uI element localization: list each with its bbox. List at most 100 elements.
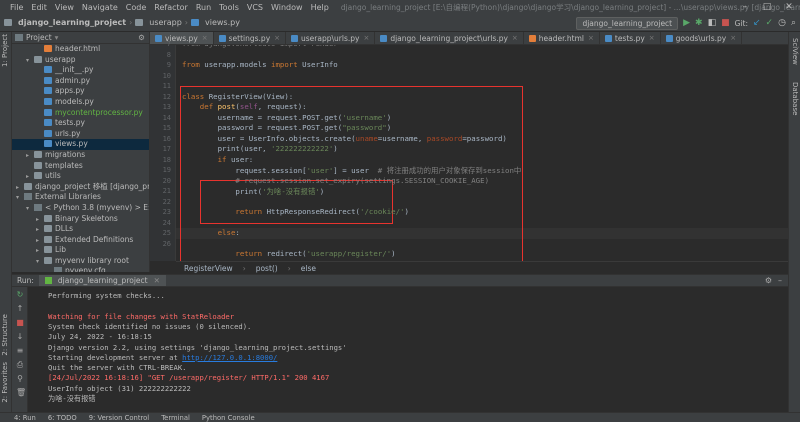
run-icon[interactable]: ▶ xyxy=(683,18,690,28)
tree-item[interactable]: header.html xyxy=(12,44,149,55)
close-tab-icon[interactable]: × xyxy=(730,34,736,42)
nav-crumb-file[interactable]: views.py xyxy=(202,18,243,27)
breadcrumb-class[interactable]: RegisterView xyxy=(184,264,233,273)
menu-help[interactable]: Help xyxy=(307,3,333,12)
maximize-icon[interactable]: □ xyxy=(756,0,778,14)
chevron-down-icon[interactable]: ▾ xyxy=(55,33,59,42)
tree-item[interactable]: urls.py xyxy=(12,129,149,140)
tree-item[interactable]: ▸ Lib xyxy=(12,245,149,256)
tool-tab-structure[interactable]: 2: Structure xyxy=(1,314,9,356)
python-file-icon xyxy=(604,34,612,42)
tree-item[interactable]: admin.py xyxy=(12,76,149,87)
close-icon[interactable]: ✕ xyxy=(778,0,800,14)
status-version-control[interactable]: 9: Version Control xyxy=(89,414,150,422)
tree-item[interactable]: ▾ External Libraries xyxy=(12,192,149,203)
menu-view[interactable]: View xyxy=(51,3,78,12)
menu-run[interactable]: Run xyxy=(192,3,215,12)
tree-item[interactable]: ▾ userapp xyxy=(12,55,149,66)
tree-item[interactable]: ▾< Python 3.8 (myvenv) > E:\js爬虫\my... xyxy=(12,203,149,214)
git-history-icon[interactable]: ◷ xyxy=(778,18,786,28)
tree-item-label: DLLs xyxy=(55,224,74,234)
stop-icon[interactable]: ■ xyxy=(721,18,730,28)
close-tab-icon[interactable]: × xyxy=(363,34,369,42)
run-config-select[interactable]: django_learning_project xyxy=(576,16,679,30)
status-todo[interactable]: 6: TODO xyxy=(48,414,77,422)
editor-tab[interactable]: userapp\urls.py × xyxy=(286,32,376,44)
project-panel-title[interactable]: Project xyxy=(26,33,52,42)
tool-tab-project[interactable]: 1: Project xyxy=(1,34,9,67)
status-run[interactable]: 4: Run xyxy=(14,414,36,422)
breadcrumb-else[interactable]: else xyxy=(301,264,316,273)
soft-wrap-icon[interactable]: ≡ xyxy=(16,347,24,355)
gear-icon[interactable]: ⚙ xyxy=(138,33,145,42)
status-terminal[interactable]: Terminal xyxy=(161,414,190,422)
status-python-console[interactable]: Python Console xyxy=(202,414,255,422)
rerun-icon[interactable]: ↻ xyxy=(16,291,24,299)
console-text: Watching for file changes with StatReloa… xyxy=(48,311,235,321)
editor-tab[interactable]: django_learning_project\urls.py × xyxy=(375,32,524,44)
debug-icon[interactable]: ✱ xyxy=(695,18,703,28)
menu-edit[interactable]: Edit xyxy=(27,3,51,12)
tree-item[interactable]: ▸ migrations xyxy=(12,150,149,161)
menu-refactor[interactable]: Refactor xyxy=(150,3,192,12)
close-tab-icon[interactable]: × xyxy=(202,34,208,42)
tree-item[interactable]: ▸ Binary Skeletons xyxy=(12,214,149,225)
menu-code[interactable]: Code xyxy=(122,3,150,12)
editor-tab[interactable]: header.html × xyxy=(524,32,600,44)
tree-item-label: header.html xyxy=(55,44,101,53)
minimize-icon[interactable]: – xyxy=(734,0,756,14)
code-token: password xyxy=(426,133,463,143)
editor-tab[interactable]: tests.py × xyxy=(600,32,661,44)
menu-tools[interactable]: Tools xyxy=(215,3,243,12)
menu-window[interactable]: Window xyxy=(267,3,307,12)
tool-tab-sciview[interactable]: SciView xyxy=(791,38,799,65)
close-tab-icon[interactable]: × xyxy=(512,34,518,42)
git-update-icon[interactable]: ↙ xyxy=(753,18,761,28)
editor-tab[interactable]: views.py × xyxy=(150,32,214,44)
tool-tab-favorites[interactable]: 2: Favorites xyxy=(1,362,9,403)
close-tab-icon[interactable]: ✕ xyxy=(154,276,160,285)
search-icon[interactable]: ⌕ xyxy=(791,18,796,28)
tree-item[interactable]: apps.py xyxy=(12,86,149,97)
code-editor[interactable]: from django.shortcuts import render from … xyxy=(176,45,788,261)
tree-item[interactable]: mycontentprocessor.py xyxy=(12,108,149,119)
tool-tab-database[interactable]: Database xyxy=(791,82,799,115)
stop-icon[interactable]: ■ xyxy=(16,319,24,327)
tree-item[interactable]: models.py xyxy=(12,97,149,108)
tree-item[interactable]: ▸django_project 移植 [django_project] xyxy=(12,182,149,193)
breadcrumb-method[interactable]: post() xyxy=(256,264,278,273)
scroll-up-icon[interactable]: ↑ xyxy=(16,305,24,313)
nav-crumb-userapp[interactable]: userapp xyxy=(146,18,185,27)
code-token: '/cookie/' xyxy=(360,207,405,216)
editor-tab[interactable]: goods\urls.py × xyxy=(661,32,743,44)
pin-icon[interactable]: ⚲ xyxy=(16,375,24,383)
menu-file[interactable]: File xyxy=(6,3,27,12)
server-url-link[interactable]: http://127.0.0.1:8000/ xyxy=(182,353,277,362)
delete-icon[interactable]: 🗑 xyxy=(16,389,26,397)
git-commit-icon[interactable]: ✓ xyxy=(766,18,774,28)
tree-item[interactable]: pyvenv.cfg xyxy=(12,266,149,272)
tree-item[interactable]: ▾ myvenv library root xyxy=(12,256,149,267)
menu-vcs[interactable]: VCS xyxy=(243,3,267,12)
tree-item[interactable]: ▸ DLLs xyxy=(12,224,149,235)
menu-navigate[interactable]: Navigate xyxy=(78,3,122,12)
tree-item[interactable]: ▸ Extended Definitions xyxy=(12,235,149,246)
tree-item[interactable]: __init__.py xyxy=(12,65,149,76)
print-icon[interactable]: ⎙ xyxy=(16,361,24,369)
editor-tab[interactable]: settings.py × xyxy=(214,32,287,44)
gear-icon[interactable]: ⚙ xyxy=(765,276,772,285)
nav-crumb-project[interactable]: django_learning_project xyxy=(15,18,129,27)
hide-icon[interactable]: – xyxy=(778,276,782,285)
run-console[interactable]: Performing system checks... Watching for … xyxy=(28,287,788,412)
close-tab-icon[interactable]: × xyxy=(649,34,655,42)
tree-item[interactable]: views.py xyxy=(12,139,149,150)
tree-item[interactable]: ▸ utils xyxy=(12,171,149,182)
coverage-icon[interactable]: ◧ xyxy=(708,18,717,28)
close-tab-icon[interactable]: × xyxy=(274,34,280,42)
run-tab[interactable]: django_learning_project ✕ xyxy=(38,275,166,286)
tree-item[interactable]: templates xyxy=(12,161,149,172)
tree-item[interactable]: tests.py xyxy=(12,118,149,129)
code-token: userapp.models xyxy=(204,60,271,69)
close-tab-icon[interactable]: × xyxy=(588,34,594,42)
scroll-down-icon[interactable]: ↓ xyxy=(16,333,24,341)
